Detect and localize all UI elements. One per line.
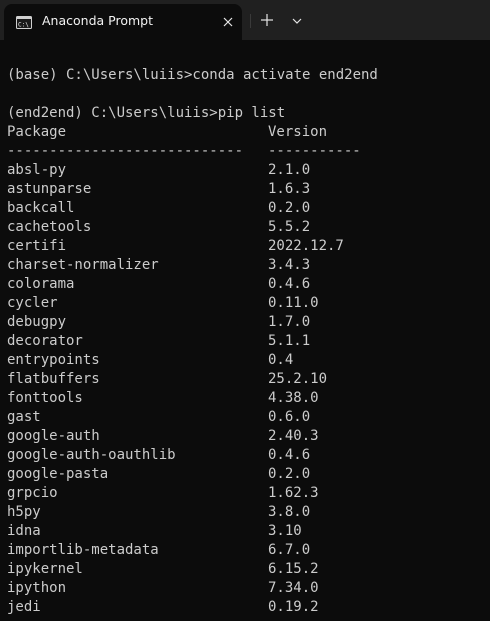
tab-separator: [250, 14, 251, 28]
package-name: cycler: [7, 295, 58, 311]
terminal-output[interactable]: (base) C:\Users\luiis>conda activate end…: [0, 40, 490, 621]
package-version: 5.5.2: [268, 219, 311, 235]
separator-version: -----------: [268, 143, 361, 159]
command-line-pip-list: (end2end) C:\Users\luiis>pip list: [7, 105, 286, 121]
package-name: fonttools: [7, 390, 83, 406]
package-version: 6.15.2: [268, 561, 319, 577]
plus-icon[interactable]: [258, 11, 276, 29]
package-name: colorama: [7, 276, 75, 292]
package-name: google-pasta: [7, 466, 109, 482]
package-version: 25.2.10: [268, 371, 328, 387]
package-name: ipykernel: [7, 561, 83, 577]
package-version: 0.2.0: [268, 200, 311, 216]
package-name: google-auth: [7, 428, 100, 444]
package-name: decorator: [7, 333, 83, 349]
command-line-activate: (base) C:\Users\luiis>conda activate end…: [7, 67, 378, 83]
package-name: h5py: [7, 504, 41, 520]
close-icon[interactable]: [220, 14, 236, 30]
header-package: Package: [7, 124, 67, 140]
package-version: 2.1.0: [268, 162, 311, 178]
package-name: absl-py: [7, 162, 67, 178]
package-version: 2.40.3: [268, 428, 319, 444]
package-version: 3.4.3: [268, 257, 311, 273]
package-version: 1.62.3: [268, 485, 319, 501]
package-version: 1.7.0: [268, 314, 311, 330]
package-name: debugpy: [7, 314, 67, 330]
package-name: cachetools: [7, 219, 92, 235]
separator-package: ----------------------------: [7, 143, 244, 159]
package-version: 0.6.0: [268, 409, 311, 425]
package-version: 0.2.0: [268, 466, 311, 482]
chevron-down-icon[interactable]: [288, 12, 306, 30]
tab-bar: C:\ Anaconda Prompt: [0, 0, 490, 40]
tab-anaconda-prompt[interactable]: C:\ Anaconda Prompt: [4, 4, 242, 40]
svg-text:C:\: C:\: [18, 22, 29, 29]
package-name: gast: [7, 409, 41, 425]
package-name: jedi: [7, 599, 41, 615]
package-name: flatbuffers: [7, 371, 100, 387]
package-name: certifi: [7, 238, 67, 254]
package-version: 6.7.0: [268, 542, 311, 558]
terminal-icon: C:\: [16, 16, 32, 29]
package-name: charset-normalizer: [7, 257, 159, 273]
package-name: google-auth-oauthlib: [7, 447, 176, 463]
package-version: 0.4: [268, 352, 294, 368]
package-version: 5.1.1: [268, 333, 311, 349]
package-name: idna: [7, 523, 41, 539]
tab-title: Anaconda Prompt: [42, 13, 153, 28]
package-name: grpcio: [7, 485, 58, 501]
package-version: 3.8.0: [268, 504, 311, 520]
package-name: importlib-metadata: [7, 542, 159, 558]
package-name: ipython: [7, 580, 67, 596]
package-version: 4.38.0: [268, 390, 319, 406]
package-name: entrypoints: [7, 352, 100, 368]
package-version: 7.34.0: [268, 580, 319, 596]
package-name: backcall: [7, 200, 75, 216]
package-version: 2022.12.7: [268, 238, 344, 254]
package-version: 0.19.2: [268, 599, 319, 615]
package-version: 3.10: [268, 523, 302, 539]
table-separator: ---------------------------- -----------: [7, 142, 361, 161]
package-version: 0.11.0: [268, 295, 319, 311]
table-header: Package Version: [7, 123, 327, 142]
package-version: 1.6.3: [268, 181, 311, 197]
package-version: 0.4.6: [268, 447, 311, 463]
header-version: Version: [268, 124, 328, 140]
package-name: astunparse: [7, 181, 92, 197]
terminal-window: C:\ Anaconda Prompt (base) C:\Users\luii…: [0, 0, 490, 621]
package-version: 0.4.6: [268, 276, 311, 292]
